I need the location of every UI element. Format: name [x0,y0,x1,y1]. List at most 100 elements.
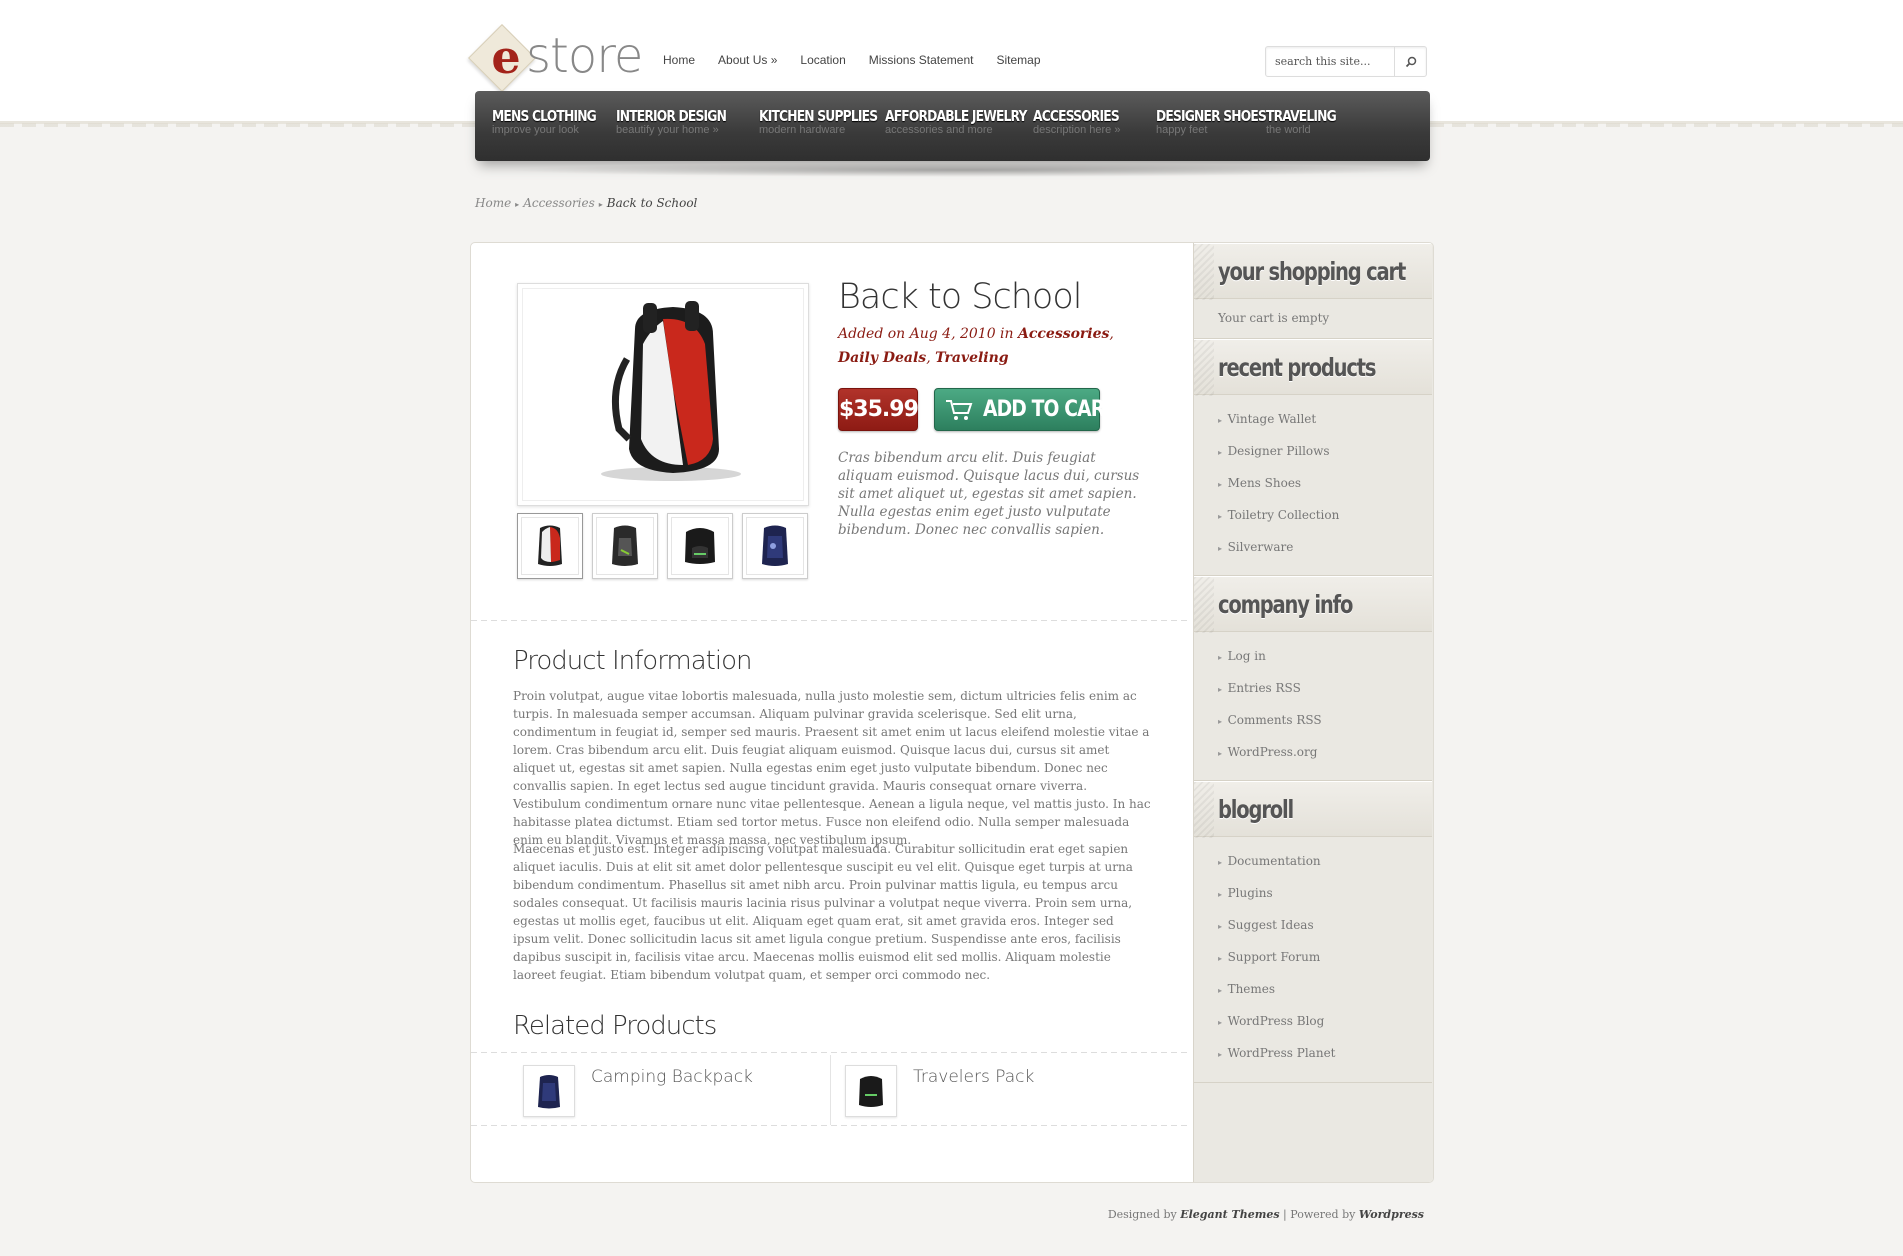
category-mens-clothing[interactable]: MENS CLOTHING improve your look [492,108,619,136]
category-link-daily-deals[interactable]: Daily Deals [838,350,926,366]
category-traveling[interactable]: TRAVELING the world [1266,108,1351,136]
product-thumbnail[interactable] [517,513,583,579]
price-badge: $35.99 [838,388,919,431]
category-kitchen-supplies[interactable]: KITCHEN SUPPLIES modern hardware [759,108,903,136]
section-divider [471,620,1191,621]
search-button[interactable] [1394,47,1426,76]
footer-separator: | [1283,1208,1287,1221]
search-box [1265,46,1427,77]
list-item[interactable]: Support Forum [1218,941,1336,973]
related-product-name[interactable]: Travelers Pack [913,1067,1034,1087]
category-title: KITCHEN SUPPLIES [759,107,878,125]
section-divider [471,1052,1191,1053]
product-information-paragraph: Proin volutpat, augue vitae lobortis mal… [513,689,1151,847]
footer-designed-by: Designed by [1107,1208,1177,1221]
backpack-black-icon [859,1076,883,1107]
footer-powered-by: Powered by [1290,1208,1356,1221]
backpack-black-icon [685,528,715,564]
recent-products-list: Vintage Wallet Designer Pillows Mens Sho… [1218,403,1340,563]
category-link-traveling[interactable]: Traveling [935,350,1009,366]
breadcrumb-home[interactable]: Home [475,196,511,210]
list-item[interactable]: Plugins [1218,877,1336,909]
product-meta: Added on Aug 4, 2010 in Accessories, Dai… [838,326,1114,366]
list-item[interactable]: Comments RSS [1218,704,1322,736]
add-to-cart-button[interactable]: ADD TO CART [934,388,1116,431]
section-divider [471,1125,1191,1126]
logo-word: store [526,28,643,84]
site-logo[interactable]: e store [468,22,643,92]
product-information-heading: Product Information [513,646,752,676]
product-thumbnail[interactable] [742,513,808,579]
category-title: ACCESSORIES [1033,107,1120,125]
related-product-item[interactable]: Travelers Pack [835,1055,1155,1125]
product-short-description: Cras bibendum arcu elit. Duis feugiat al… [838,450,1140,538]
breadcrumb-separator-icon: ▸ [515,200,520,209]
nav-location[interactable]: Location [800,53,845,67]
widget-header-cart: your shopping cart [1194,243,1432,300]
related-products-list: Camping Backpack Travelers Pack [471,1055,1191,1125]
top-nav: Home About Us » Location Missions Statem… [663,53,1064,67]
category-accessories[interactable]: ACCESSORIES description here » [1033,108,1138,136]
category-title: DESIGNER SHOES [1156,107,1267,125]
category-affordable-jewelry[interactable]: AFFORDABLE JEWELRY accessories and more [885,108,1058,136]
search-input[interactable] [1266,47,1394,76]
nav-missions-statement[interactable]: Missions Statement [869,53,974,67]
list-item[interactable]: Suggest Ideas [1218,909,1336,941]
breadcrumb-parent[interactable]: Accessories [523,196,595,210]
nav-sitemap[interactable]: Sitemap [996,53,1040,67]
list-item[interactable]: WordPress Blog [1218,1005,1336,1037]
category-subtitle: the world [1266,124,1311,136]
backpack-red-icon [538,525,562,566]
list-item[interactable]: Silverware [1218,531,1339,563]
sidebar: your shopping cart Your cart is empty re… [1193,243,1433,1182]
product-title: Back to School [838,277,1082,317]
list-item[interactable]: WordPress Planet [1218,1037,1336,1069]
main-panel: Back to School Added on Aug 4, 2010 in A… [470,242,1434,1183]
cart-empty-text: Your cart is empty [1218,311,1330,325]
nav-about-us[interactable]: About Us » [718,53,777,67]
nav-home[interactable]: Home [663,53,695,67]
widget-header-blogroll: blogroll [1194,781,1432,838]
related-product-name[interactable]: Camping Backpack [591,1067,753,1087]
widget-title: your shopping cart [1218,257,1406,286]
widget-title: blogroll [1218,795,1294,824]
related-product-thumbnail[interactable] [845,1065,897,1117]
product-thumbnail[interactable] [592,513,658,579]
list-item[interactable]: Entries RSS [1218,672,1322,704]
list-item[interactable]: WordPress.org [1218,736,1322,768]
widget-company-info-body: Log in Entries RSS Comments RSS WordPres… [1194,632,1432,781]
company-info-list: Log in Entries RSS Comments RSS WordPres… [1218,640,1322,768]
footer-platform-link[interactable]: Wordpress [1359,1208,1424,1221]
widget-header-recent-products: recent products [1194,339,1432,396]
category-subtitle: accessories and more [885,124,993,136]
product-thumbnails [517,513,808,579]
product-meta-prefix: Added on Aug 4, 2010 in [838,326,1014,342]
list-item[interactable]: Log in [1218,640,1322,672]
breadcrumb-separator-icon: ▸ [598,200,603,209]
category-link-accessories[interactable]: Accessories [1018,326,1109,342]
blogroll-list: Documentation Plugins Suggest Ideas Supp… [1218,845,1336,1069]
category-subtitle: modern hardware [759,124,846,136]
add-to-cart-label: ADD TO CART [983,397,1116,422]
list-item[interactable]: Themes [1218,973,1336,1005]
widget-cart-body: Your cart is empty [1194,299,1432,339]
related-product-item[interactable]: Camping Backpack [513,1055,833,1125]
backpack-image-icon [601,301,741,481]
breadcrumb-current: Back to School [606,196,698,210]
list-item[interactable]: Documentation [1218,845,1336,877]
product-main-image[interactable] [517,283,809,506]
footer-designer-link[interactable]: Elegant Themes [1180,1208,1279,1221]
list-item[interactable]: Vintage Wallet [1218,403,1339,435]
related-product-thumbnail[interactable] [523,1065,575,1117]
category-title: AFFORDABLE JEWELRY [885,107,1027,125]
list-item[interactable]: Toiletry Collection [1218,499,1340,531]
list-item[interactable]: Designer Pillows [1218,435,1339,467]
category-title: MENS CLOTHING [492,107,597,125]
product-thumbnail[interactable] [667,513,733,579]
logo-mark: e [491,30,521,84]
category-subtitle: description here » [1033,124,1121,136]
category-interior-design[interactable]: INTERIOR DESIGN beautify your home » [616,108,750,136]
list-item[interactable]: Mens Shoes [1218,467,1339,499]
product-information-paragraph: Maecenas et justo est. Integer adipiscin… [513,842,1133,982]
backpack-gray-icon [612,525,638,566]
